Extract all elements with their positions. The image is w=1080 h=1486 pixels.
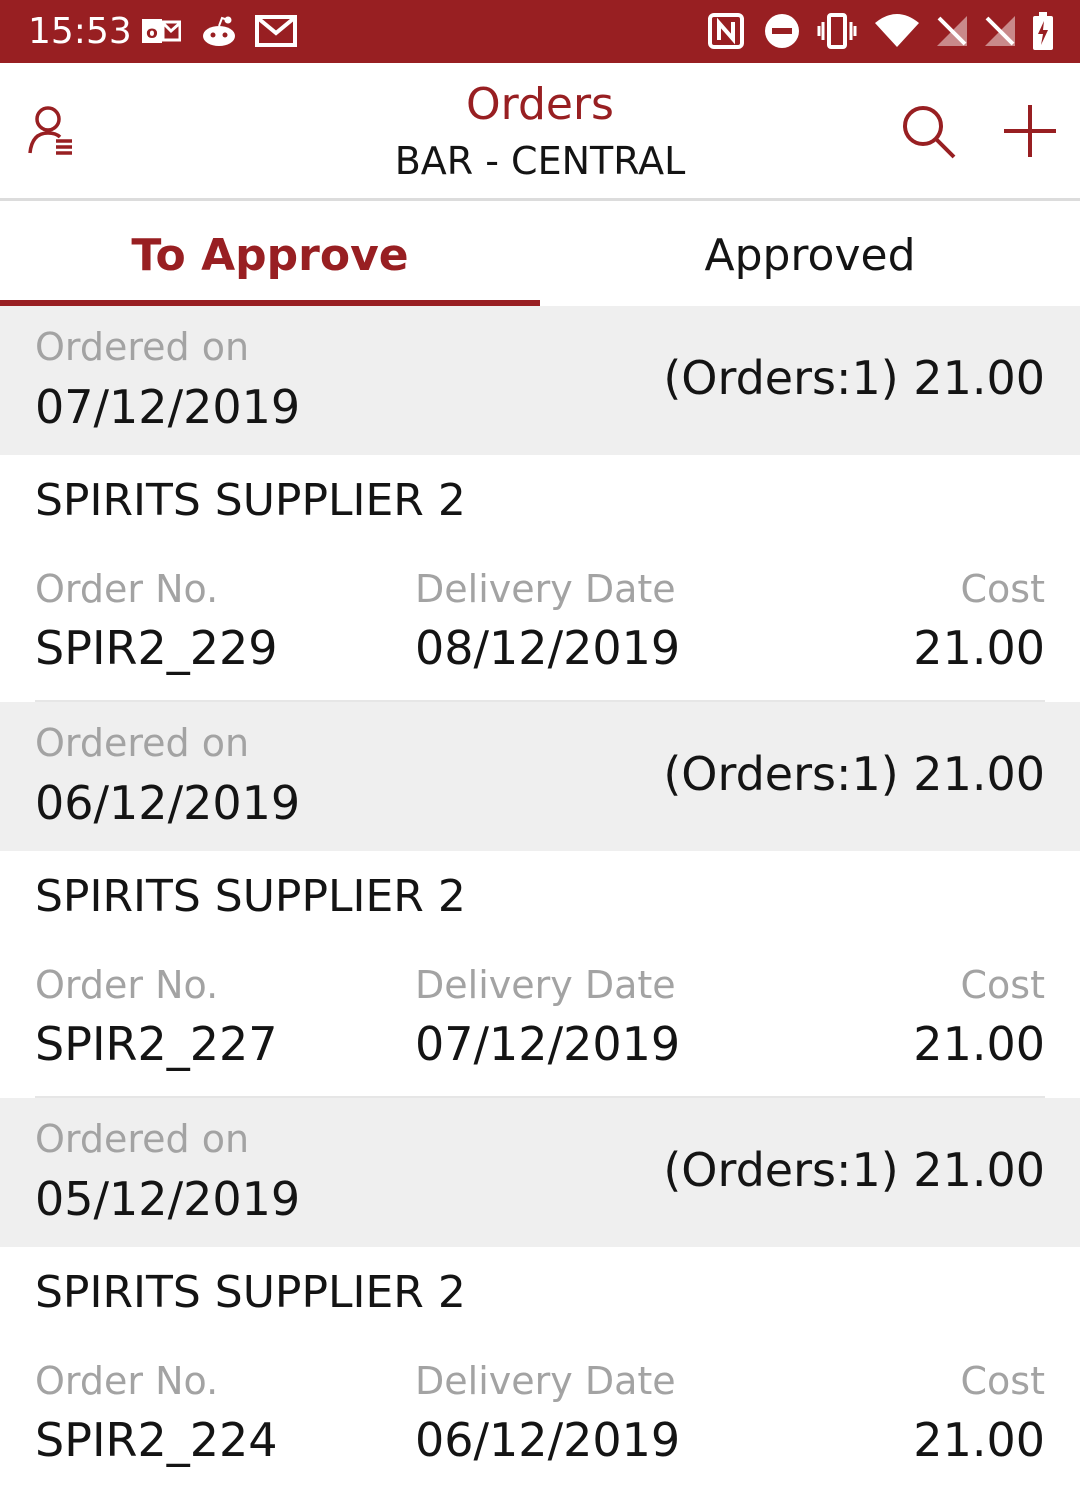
wifi-icon [872, 12, 922, 50]
cost-value: 21.00 [913, 1017, 1045, 1071]
status-time: 15:53 [28, 11, 132, 52]
tab-bar: To Approve Approved [0, 204, 1080, 306]
group-header: Ordered on 06/12/2019 (Orders:1) 21.00 [0, 702, 1080, 851]
no-signal-icon [982, 12, 1018, 50]
tab-approved[interactable]: Approved [540, 204, 1080, 306]
order-item[interactable]: SPIRITS SUPPLIER 2 Order No. Delivery Da… [0, 851, 1080, 1098]
no-signal-icon [934, 12, 970, 50]
cost-label: Cost [960, 963, 1045, 1007]
do-not-disturb-icon [762, 12, 802, 50]
order-item[interactable]: SPIRITS SUPPLIER 2 Order No. Delivery Da… [0, 455, 1080, 702]
outlook-icon: o [140, 12, 182, 50]
order-no-label: Order No. [35, 963, 219, 1007]
delivery-date-label: Delivery Date [415, 1359, 676, 1403]
cost-value: 21.00 [913, 621, 1045, 675]
ordered-on-label: Ordered on [35, 325, 250, 369]
ordered-on-date: 05/12/2019 [35, 1172, 301, 1226]
ordered-on-label: Ordered on [35, 1117, 250, 1161]
tab-to-approve[interactable]: To Approve [0, 204, 540, 306]
group-total: (Orders:1) 21.00 [663, 351, 1045, 405]
order-no-value: SPIR2_227 [35, 1017, 278, 1071]
supplier-name: SPIRITS SUPPLIER 2 [35, 475, 466, 526]
app-bar: Orders BAR - CENTRAL [0, 63, 1080, 201]
supplier-name: SPIRITS SUPPLIER 2 [35, 1267, 466, 1318]
nfc-icon [706, 12, 746, 50]
ordered-on-date: 07/12/2019 [35, 380, 301, 434]
order-no-value: SPIR2_229 [35, 621, 278, 675]
cost-label: Cost [960, 567, 1045, 611]
delivery-date-value: 08/12/2019 [415, 621, 681, 675]
order-list: Ordered on 07/12/2019 (Orders:1) 21.00 S… [0, 306, 1080, 1486]
tab-to-approve-label: To Approve [131, 229, 409, 281]
plus-icon[interactable] [992, 93, 1068, 169]
tab-approved-label: Approved [704, 229, 916, 281]
order-no-value: SPIR2_224 [35, 1413, 278, 1467]
cost-label: Cost [960, 1359, 1045, 1403]
order-no-label: Order No. [35, 567, 219, 611]
delivery-date-value: 06/12/2019 [415, 1413, 681, 1467]
group-header: Ordered on 05/12/2019 (Orders:1) 21.00 [0, 1098, 1080, 1247]
svg-text:o: o [146, 23, 158, 43]
ordered-on-date: 06/12/2019 [35, 776, 301, 830]
reddit-icon [198, 12, 240, 50]
status-bar: 15:53 o [0, 0, 1080, 63]
group-header: Ordered on 07/12/2019 (Orders:1) 21.00 [0, 306, 1080, 455]
delivery-date-label: Delivery Date [415, 963, 676, 1007]
group-total: (Orders:1) 21.00 [663, 747, 1045, 801]
delivery-date-value: 07/12/2019 [415, 1017, 681, 1071]
group-total: (Orders:1) 21.00 [663, 1143, 1045, 1197]
battery-charging-icon [1030, 12, 1056, 50]
cost-value: 21.00 [913, 1413, 1045, 1467]
gmail-icon [254, 12, 298, 50]
order-item[interactable]: SPIRITS SUPPLIER 2 Order No. Delivery Da… [0, 1247, 1080, 1486]
ordered-on-label: Ordered on [35, 721, 250, 765]
order-no-label: Order No. [35, 1359, 219, 1403]
supplier-name: SPIRITS SUPPLIER 2 [35, 871, 466, 922]
search-icon[interactable] [890, 93, 966, 169]
delivery-date-label: Delivery Date [415, 567, 676, 611]
vibrate-icon [816, 12, 858, 50]
